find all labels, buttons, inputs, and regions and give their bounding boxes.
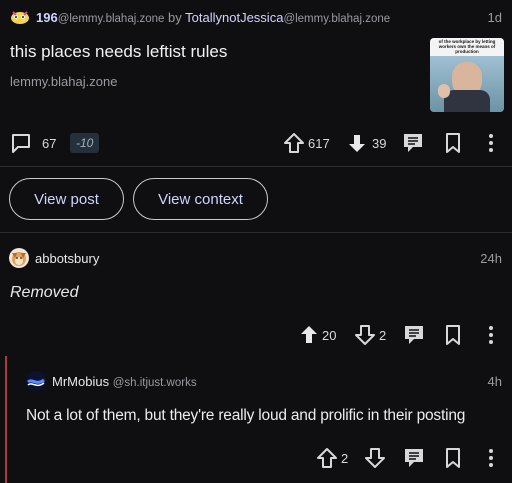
upvote-icon[interactable] — [283, 132, 305, 154]
by-label: by — [168, 10, 182, 25]
more-icon[interactable] — [480, 132, 502, 154]
comment-body: Removed — [10, 284, 79, 301]
community-link[interactable]: 196 — [36, 10, 58, 25]
post-title[interactable]: this places needs leftist rules — [10, 42, 227, 62]
comment-age: 4h — [487, 374, 502, 389]
downvote-count: 39 — [372, 136, 387, 151]
post-age: 1d — [487, 10, 502, 25]
thumbnail-caption: of the workplace by letting workers own … — [438, 39, 496, 54]
reply-icon[interactable] — [403, 324, 425, 346]
bookmark-icon[interactable] — [442, 132, 464, 154]
reply-icon[interactable] — [403, 447, 425, 469]
author-host[interactable]: @lemmy.blahaj.zone — [283, 13, 390, 25]
community-avatar[interactable] — [10, 9, 30, 25]
comment-author[interactable]: MrMobius @sh.itjust.works — [52, 374, 197, 389]
more-icon[interactable] — [480, 447, 502, 469]
post-divider — [0, 166, 512, 167]
downvote-icon[interactable] — [346, 132, 368, 154]
actions-divider — [0, 232, 512, 233]
post-meta: 196@lemmy.blahaj.zone by TotallynotJessi… — [36, 10, 390, 25]
view-context-button[interactable]: View context — [133, 178, 268, 220]
comment-username[interactable]: abbotsbury — [35, 251, 99, 266]
avatar-dog — [12, 252, 26, 266]
post-domain[interactable]: lemmy.blahaj.zone — [10, 74, 117, 89]
downvote-icon[interactable] — [364, 447, 386, 469]
upvote-icon[interactable] — [298, 324, 320, 346]
bookmark-icon[interactable] — [442, 447, 464, 469]
avatar[interactable] — [26, 371, 46, 391]
community-host[interactable]: @lemmy.blahaj.zone — [58, 13, 165, 25]
downvote-icon[interactable] — [354, 324, 376, 346]
reply-icon[interactable] — [402, 132, 424, 154]
author-link[interactable]: TotallynotJessica — [185, 10, 283, 25]
score-delta-badge: -10 — [70, 133, 100, 153]
downvote-count: 2 — [379, 328, 387, 343]
comment-username[interactable]: MrMobius — [52, 374, 109, 389]
thread-line[interactable] — [5, 356, 7, 483]
comment-body: Not a lot of them, but they're really lo… — [26, 407, 466, 424]
community-icon — [11, 11, 29, 24]
comment-count: 67 — [42, 136, 57, 151]
post-thumbnail[interactable]: of the workplace by letting workers own … — [430, 38, 504, 112]
comment-host[interactable]: @sh.itjust.works — [113, 377, 197, 389]
upvote-count: 20 — [322, 328, 337, 343]
comment-age: 24h — [480, 251, 502, 266]
view-post-button[interactable]: View post — [9, 178, 124, 220]
upvote-icon[interactable] — [316, 447, 338, 469]
upvote-count: 2 — [341, 451, 349, 466]
avatar[interactable] — [9, 248, 29, 268]
upvote-count: 617 — [308, 136, 330, 151]
more-icon[interactable] — [480, 324, 502, 346]
bookmark-icon[interactable] — [442, 324, 464, 346]
comment-icon[interactable] — [10, 132, 32, 154]
avatar-wave — [26, 378, 45, 387]
